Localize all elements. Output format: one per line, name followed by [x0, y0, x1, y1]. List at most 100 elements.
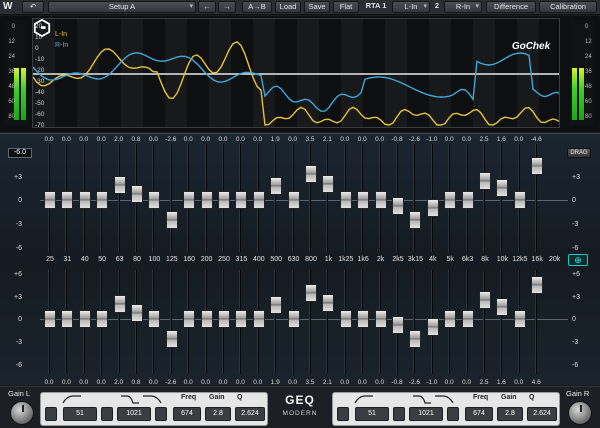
eq-slider-knob-right[interactable]	[148, 310, 161, 328]
eq-slider-track-right[interactable]	[96, 270, 109, 374]
eq-slider-track-left[interactable]	[461, 144, 474, 252]
eq-slider-track-left[interactable]	[426, 144, 439, 252]
eq-slider-track-right[interactable]	[426, 270, 439, 374]
eq-slider-knob-right[interactable]	[322, 294, 335, 313]
eq-slider-track-right[interactable]	[461, 270, 474, 374]
eq-slider-knob-left[interactable]	[200, 191, 213, 209]
eq-slider-track-left[interactable]	[287, 144, 300, 252]
calibration-button[interactable]: Calibration	[539, 1, 597, 13]
eq-slider-track-left[interactable]	[200, 144, 213, 252]
eq-slider-track-right[interactable]	[131, 270, 143, 374]
eq-slider-knob-left[interactable]	[235, 191, 248, 209]
eq-slider-knob-right[interactable]	[200, 310, 213, 328]
eq-slider-knob-right[interactable]	[287, 310, 300, 328]
eq-slider-track-left[interactable]	[339, 144, 352, 252]
eq-slider-knob-left[interactable]	[357, 191, 370, 209]
eq-slider-track-right[interactable]	[357, 270, 370, 374]
prev-preset-button[interactable]: ←	[198, 1, 216, 13]
eq-slider-track-left[interactable]	[444, 144, 457, 252]
eq-slider-knob-right[interactable]	[78, 310, 91, 328]
eq-slider-track-right[interactable]	[218, 270, 230, 374]
rta2-source-dropdown[interactable]: R-In	[444, 1, 482, 13]
eq-slider-track-right[interactable]	[44, 270, 56, 374]
eq-slider-knob-right[interactable]	[235, 310, 248, 328]
eq-slider-knob-left[interactable]	[287, 191, 300, 209]
eq-slider-knob-left[interactable]	[513, 191, 526, 209]
eq-slider-track-left[interactable]	[148, 144, 161, 252]
eq-slider-knob-left[interactable]	[374, 191, 387, 209]
low-cut-toggle-right[interactable]	[337, 407, 349, 421]
gain-l-knob[interactable]	[10, 401, 34, 425]
eq-slider-knob-right[interactable]	[513, 310, 526, 328]
eq-slider-knob-right[interactable]	[339, 310, 352, 328]
high-cut-freq-left[interactable]: 1021	[117, 407, 151, 421]
eq-slider-knob-left[interactable]	[409, 210, 422, 229]
band-freq-right[interactable]: 674	[465, 407, 493, 421]
eq-slider-track-right[interactable]	[113, 270, 126, 374]
eq-slider-knob-left[interactable]	[78, 191, 91, 209]
eq-slider-knob-right[interactable]	[496, 298, 509, 316]
gain-r-knob[interactable]	[568, 401, 592, 425]
load-button[interactable]: Load	[275, 1, 301, 13]
eq-slider-track-right[interactable]	[392, 270, 404, 374]
eq-slider-knob-left[interactable]	[61, 191, 74, 209]
eq-slider-knob-left[interactable]	[113, 176, 126, 194]
undo-button[interactable]: ↶	[22, 1, 44, 13]
eq-slider-knob-left[interactable]	[479, 172, 491, 191]
band-toggle-left[interactable]	[155, 407, 167, 421]
eq-slider-track-right[interactable]	[322, 270, 335, 374]
eq-slider-knob-right[interactable]	[61, 310, 74, 328]
eq-slider-knob-left[interactable]	[218, 191, 230, 209]
drag-button[interactable]: DRAG	[567, 148, 591, 158]
eq-slider-track-left[interactable]	[252, 144, 265, 252]
eq-slider-knob-right[interactable]	[531, 275, 544, 294]
high-cut-toggle-right[interactable]	[393, 407, 405, 421]
band-gain-left[interactable]: 2.8	[205, 407, 231, 421]
eq-slider-track-right[interactable]	[183, 270, 196, 374]
eq-slider-track-right[interactable]	[61, 270, 74, 374]
eq-slider-track-right[interactable]	[339, 270, 352, 374]
eq-slider-track-left[interactable]	[78, 144, 91, 252]
eq-slider-knob-right[interactable]	[426, 317, 439, 336]
eq-slider-knob-right[interactable]	[444, 310, 457, 328]
eq-slider-knob-right[interactable]	[96, 310, 109, 328]
band-toggle-right[interactable]	[447, 407, 459, 421]
ab-compare-button[interactable]: A→B	[242, 1, 272, 13]
eq-slider-track-left[interactable]	[183, 144, 196, 252]
eq-slider-track-right[interactable]	[148, 270, 161, 374]
eq-slider-knob-left[interactable]	[44, 191, 56, 209]
eq-slider-knob-left[interactable]	[305, 164, 317, 183]
eq-slider-track-left[interactable]	[270, 144, 283, 252]
eq-slider-track-left[interactable]	[392, 144, 404, 252]
eq-slider-track-left[interactable]	[357, 144, 370, 252]
eq-slider-knob-right[interactable]	[357, 310, 370, 328]
eq-slider-knob-left[interactable]	[96, 191, 109, 209]
flat-button[interactable]: Flat	[333, 1, 359, 13]
eq-slider-track-right[interactable]	[479, 270, 491, 374]
eq-slider-track-left[interactable]	[218, 144, 230, 252]
low-cut-freq-left[interactable]: 51	[63, 407, 97, 421]
low-cut-shape-icon[interactable]	[353, 395, 375, 404]
difference-button[interactable]: Difference	[486, 1, 536, 13]
eq-slider-knob-right[interactable]	[409, 329, 422, 348]
eq-slider-track-right[interactable]	[165, 270, 178, 374]
eq-slider-track-right[interactable]	[409, 270, 422, 374]
rta1-source-dropdown[interactable]: L-In	[392, 1, 430, 13]
eq-slider-knob-right[interactable]	[270, 295, 283, 314]
high-cut-shape-icon[interactable]	[141, 395, 163, 404]
band-gain-right[interactable]: 2.8	[497, 407, 523, 421]
eq-slider-track-right[interactable]	[374, 270, 387, 374]
eq-slider-track-right[interactable]	[305, 270, 317, 374]
eq-slider-track-right[interactable]	[78, 270, 91, 374]
eq-slider-knob-left[interactable]	[461, 191, 474, 209]
eq-slider-track-left[interactable]	[61, 144, 74, 252]
eq-slider-knob-left[interactable]	[148, 191, 161, 209]
low-cut-freq-right[interactable]: 51	[355, 407, 389, 421]
eq-slider-track-left[interactable]	[374, 144, 387, 252]
eq-slider-knob-left[interactable]	[531, 156, 544, 175]
high-cut-shape-icon[interactable]	[433, 395, 455, 404]
eq-slider-knob-right[interactable]	[305, 283, 317, 302]
low-cut-toggle-left[interactable]	[45, 407, 57, 421]
high-cut-freq-right[interactable]: 1021	[409, 407, 443, 421]
eq-slider-track-right[interactable]	[235, 270, 248, 374]
